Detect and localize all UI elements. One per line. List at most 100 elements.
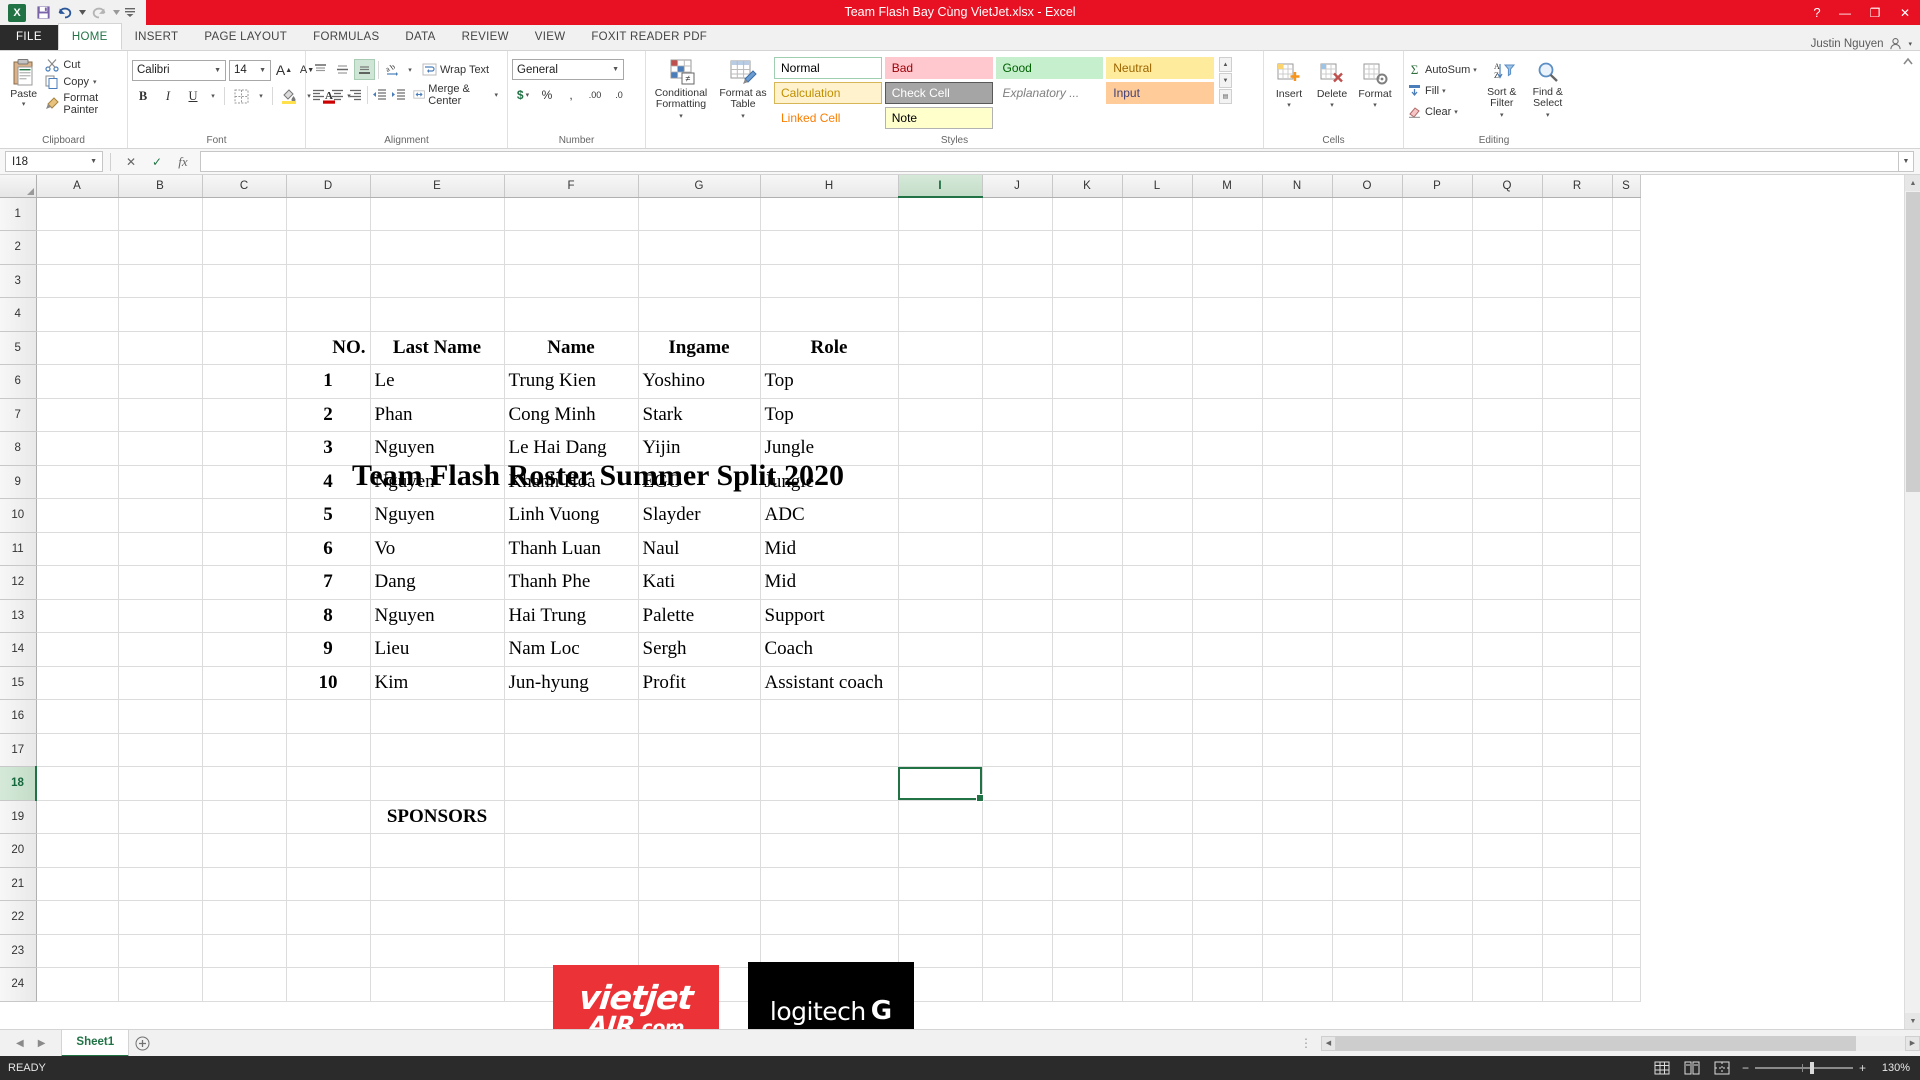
cell-L4[interactable] (1122, 297, 1193, 332)
cell-I13[interactable] (898, 599, 983, 633)
cancel-entry-button[interactable]: ✕ (118, 151, 144, 173)
format-as-table-dropdown-icon[interactable]: ▾ (741, 111, 745, 122)
cell-R17[interactable] (1542, 733, 1613, 767)
cell-R1[interactable] (1542, 197, 1613, 231)
cell-S10[interactable] (1612, 498, 1641, 533)
cell-L20[interactable] (1122, 833, 1193, 868)
cell-E10[interactable]: Nguyen (370, 498, 505, 533)
cell-C1[interactable] (202, 197, 287, 231)
cell-R10[interactable] (1542, 498, 1613, 533)
cell-O7[interactable] (1332, 398, 1403, 432)
cell-K20[interactable] (1052, 833, 1123, 868)
cell-E16[interactable] (370, 699, 505, 734)
cell-A15[interactable] (36, 666, 119, 700)
cell-R2[interactable] (1542, 230, 1613, 265)
previous-sheet-icon[interactable]: ◀ (16, 1038, 24, 1049)
cell-M7[interactable] (1192, 398, 1263, 432)
cell-J22[interactable] (982, 900, 1053, 935)
cell-J11[interactable] (982, 532, 1053, 566)
name-box-chevron-icon[interactable]: ▼ (90, 158, 102, 165)
cell-M22[interactable] (1192, 900, 1263, 935)
conditional-formatting-button[interactable]: ≠ Conditional Formatting ▾ (650, 57, 712, 122)
cell-C9[interactable] (202, 465, 287, 499)
cell-G1[interactable] (638, 197, 761, 231)
cell-E7[interactable]: Phan (370, 398, 505, 432)
next-sheet-icon[interactable]: ▶ (38, 1038, 46, 1049)
cell-A18[interactable] (36, 766, 119, 801)
help-icon[interactable]: ? (1804, 0, 1830, 25)
font-size-chevron-icon[interactable]: ▼ (255, 67, 270, 74)
cell-P8[interactable] (1402, 431, 1473, 466)
page-break-preview-icon[interactable] (1712, 1059, 1732, 1077)
cell-J1[interactable] (982, 197, 1053, 231)
cell-L18[interactable] (1122, 766, 1193, 801)
cell-G13[interactable]: Palette (638, 599, 761, 633)
cell-O14[interactable] (1332, 632, 1403, 667)
cell-P5[interactable] (1402, 331, 1473, 365)
save-icon[interactable] (32, 2, 54, 24)
cell-N6[interactable] (1262, 364, 1333, 399)
column-header-G[interactable]: G (638, 175, 761, 198)
cell-S18[interactable] (1612, 766, 1641, 801)
cell-H21[interactable] (760, 867, 899, 901)
cell-F22[interactable] (504, 900, 639, 935)
cell-D22[interactable] (286, 900, 371, 935)
cell-H2[interactable] (760, 230, 899, 265)
cell-O16[interactable] (1332, 699, 1403, 734)
cell-I21[interactable] (898, 867, 983, 901)
collapse-ribbon-button[interactable] (1902, 55, 1914, 73)
wrap-text-button[interactable]: Wrap Text (417, 59, 494, 80)
cell-H16[interactable] (760, 699, 899, 734)
cell-G16[interactable] (638, 699, 761, 734)
cell-M16[interactable] (1192, 699, 1263, 734)
cell-D10[interactable]: 5 (286, 498, 371, 533)
cell-F16[interactable] (504, 699, 639, 734)
zoom-in-button[interactable]: + (1859, 1061, 1866, 1075)
cell-I2[interactable] (898, 230, 983, 265)
cell-C15[interactable] (202, 666, 287, 700)
cell-P19[interactable] (1402, 800, 1473, 834)
cell-L9[interactable] (1122, 465, 1193, 499)
cell-P12[interactable] (1402, 565, 1473, 600)
cell-N7[interactable] (1262, 398, 1333, 432)
cell-H3[interactable] (760, 264, 899, 298)
cell-D2[interactable] (286, 230, 371, 265)
cell-A14[interactable] (36, 632, 119, 667)
cell-Q21[interactable] (1472, 867, 1543, 901)
cell-R21[interactable] (1542, 867, 1613, 901)
styles-scroll-down-icon[interactable]: ▼ (1219, 73, 1232, 88)
column-header-I[interactable]: I (898, 175, 983, 198)
cell-N4[interactable] (1262, 297, 1333, 332)
cell-K9[interactable] (1052, 465, 1123, 499)
cell-A7[interactable] (36, 398, 119, 432)
cell-F11[interactable]: Thanh Luan (504, 532, 639, 566)
tab-home[interactable]: HOME (57, 23, 122, 50)
cell-O11[interactable] (1332, 532, 1403, 566)
scroll-down-icon[interactable]: ▼ (1905, 1013, 1920, 1029)
vertical-scrollbar[interactable]: ▲ ▼ (1904, 175, 1920, 1029)
cell-M12[interactable] (1192, 565, 1263, 600)
cell-Q24[interactable] (1472, 967, 1543, 1002)
add-sheet-button[interactable] (129, 1030, 155, 1057)
cell-L17[interactable] (1122, 733, 1193, 767)
cell-N5[interactable] (1262, 331, 1333, 365)
delete-dropdown-icon[interactable]: ▾ (1330, 101, 1334, 109)
cell-N16[interactable] (1262, 699, 1333, 734)
cell-Q2[interactable] (1472, 230, 1543, 265)
cell-E22[interactable] (370, 900, 505, 935)
column-header-F[interactable]: F (504, 175, 639, 198)
cell-F1[interactable] (504, 197, 639, 231)
cell-H7[interactable]: Top (760, 398, 899, 432)
confirm-entry-button[interactable]: ✓ (144, 151, 170, 173)
cell-P14[interactable] (1402, 632, 1473, 667)
cell-F18[interactable] (504, 766, 639, 801)
cell-D17[interactable] (286, 733, 371, 767)
cell-O12[interactable] (1332, 565, 1403, 600)
cell-G10[interactable]: Slayder (638, 498, 761, 533)
cell-M6[interactable] (1192, 364, 1263, 399)
cell-K2[interactable] (1052, 230, 1123, 265)
cell-M13[interactable] (1192, 599, 1263, 633)
orientation-button[interactable]: ab (382, 59, 403, 80)
cell-D11[interactable]: 6 (286, 532, 371, 566)
tab-foxit-reader-pdf[interactable]: FOXIT READER PDF (578, 24, 720, 50)
